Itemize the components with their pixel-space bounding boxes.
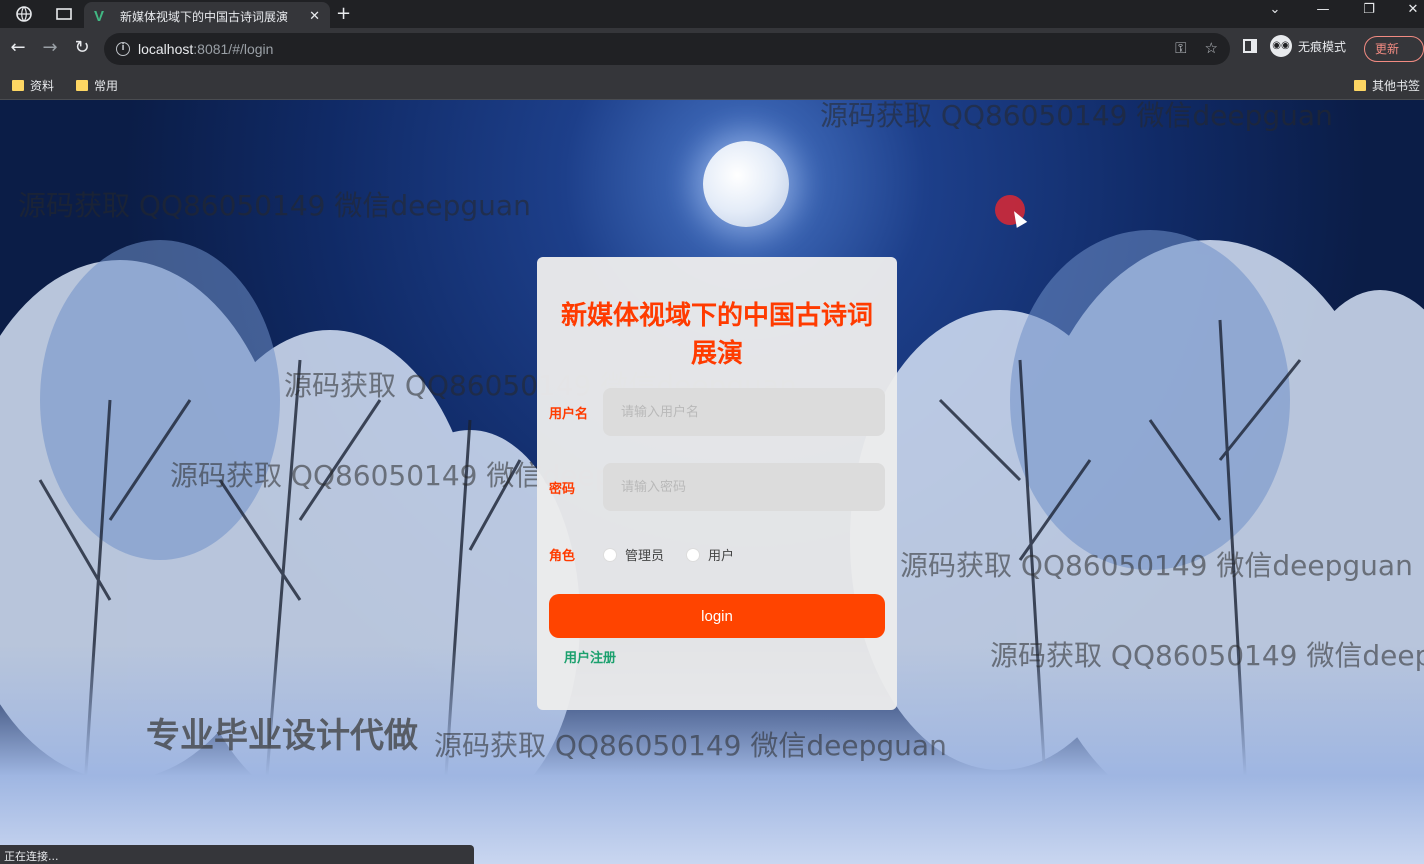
role-option-label: 管理员 <box>625 549 665 564</box>
incognito-profile[interactable]: ◉◉ 无痕模式 <box>1270 35 1346 57</box>
password-input[interactable] <box>603 463 885 511</box>
address-bar[interactable]: i localhost:8081/#/login ⚿ ☆ <box>104 33 1230 65</box>
login-card: 新媒体视域下的中国古诗词展演 用户名 密码 角色 管理员 用户 login 用户… <box>537 257 897 710</box>
tab-overview-icon[interactable] <box>52 4 76 24</box>
bookmark-folder[interactable]: 常用 <box>76 77 118 94</box>
vue-icon: V <box>94 7 105 25</box>
watermark: 源码获取 QQ86050149 微信deepguan <box>18 189 531 222</box>
star-icon[interactable]: ☆ <box>1205 39 1218 57</box>
role-option-admin[interactable]: 管理员 <box>603 545 664 564</box>
watermark: 源码获取 QQ86050149 微信deepguan <box>900 549 1413 582</box>
bookmark-label: 资料 <box>30 79 55 93</box>
role-option-label: 用户 <box>708 549 735 564</box>
register-link[interactable]: 用户注册 <box>564 647 616 666</box>
bookmarks-bar: 资料 常用 其他书签 <box>0 70 1424 100</box>
status-bar: 正在连接... <box>0 845 474 864</box>
minimize-button[interactable]: — <box>1300 2 1346 17</box>
reload-icon[interactable]: ↻ <box>70 37 94 58</box>
url-path: :8081/#/login <box>193 41 274 57</box>
tab-strip: V 新媒体视域下的中国古诗词展演 ✕ + ⌄ — ❐ ✕ <box>0 0 1424 30</box>
maximize-button[interactable]: ❐ <box>1346 2 1392 17</box>
radio-button[interactable] <box>603 547 617 562</box>
watermark: 源码获取 QQ86050149 微信deepguan <box>434 729 947 762</box>
page-title: 新媒体视域下的中国古诗词展演 <box>560 301 873 369</box>
incognito-icon: ◉◉ <box>1270 35 1292 57</box>
bookmark-label: 常用 <box>94 79 119 93</box>
side-panel-icon[interactable] <box>1243 39 1257 53</box>
role-label: 角色 <box>549 549 576 564</box>
back-arrow-icon[interactable]: ← <box>6 37 30 58</box>
watermark: 源码获取 QQ86050149 微信deepguan <box>820 100 1333 132</box>
incognito-label: 无痕模式 <box>1298 39 1347 54</box>
username-input[interactable] <box>603 388 885 436</box>
username-row: 用户名 <box>549 388 885 436</box>
other-bookmarks-label: 其他书签 <box>1372 79 1421 93</box>
forward-arrow-icon[interactable]: → <box>38 37 62 58</box>
watermark-bottom: 专业毕业设计代做 <box>146 716 418 756</box>
browser-toolbar: ← → ↻ i localhost:8081/#/login ⚿ ☆ ◉◉ 无痕… <box>0 28 1424 70</box>
key-icon[interactable]: ⚿ <box>1175 39 1186 57</box>
close-icon[interactable]: ✕ <box>309 9 320 24</box>
login-button[interactable]: login <box>549 594 885 638</box>
folder-icon <box>76 80 88 91</box>
page-viewport: 源码获取 QQ86050149 微信deepguan 源码获取 QQ860501… <box>0 100 1424 864</box>
bookmark-folder[interactable]: 资料 <box>12 77 54 94</box>
tab-title: 新媒体视域下的中国古诗词展演 <box>120 9 289 24</box>
password-row: 密码 <box>549 463 885 511</box>
radio-button[interactable] <box>686 547 701 562</box>
new-tab-button[interactable]: + <box>336 3 351 24</box>
info-icon[interactable]: i <box>116 42 130 56</box>
folder-icon <box>1354 80 1366 91</box>
window-close-button[interactable]: ✕ <box>1390 2 1424 17</box>
other-bookmarks[interactable]: 其他书签 <box>1354 77 1420 94</box>
update-button[interactable]: 更新 <box>1364 36 1424 62</box>
tab-active[interactable]: V 新媒体视域下的中国古诗词展演 ✕ <box>84 2 330 30</box>
folder-icon <box>12 80 24 91</box>
tab-search-icon[interactable]: ⌄ <box>1252 2 1298 17</box>
role-option-user[interactable]: 用户 <box>686 545 734 564</box>
url-host: localhost <box>138 41 194 57</box>
username-label: 用户名 <box>549 406 589 422</box>
url-text[interactable]: localhost:8081/#/login <box>138 41 273 57</box>
role-row: 角色 管理员 用户 <box>549 545 756 564</box>
password-label: 密码 <box>549 481 576 497</box>
globe-icon[interactable] <box>12 4 36 24</box>
watermark: 源码获取 QQ86050149 微信deepguan <box>990 639 1424 672</box>
